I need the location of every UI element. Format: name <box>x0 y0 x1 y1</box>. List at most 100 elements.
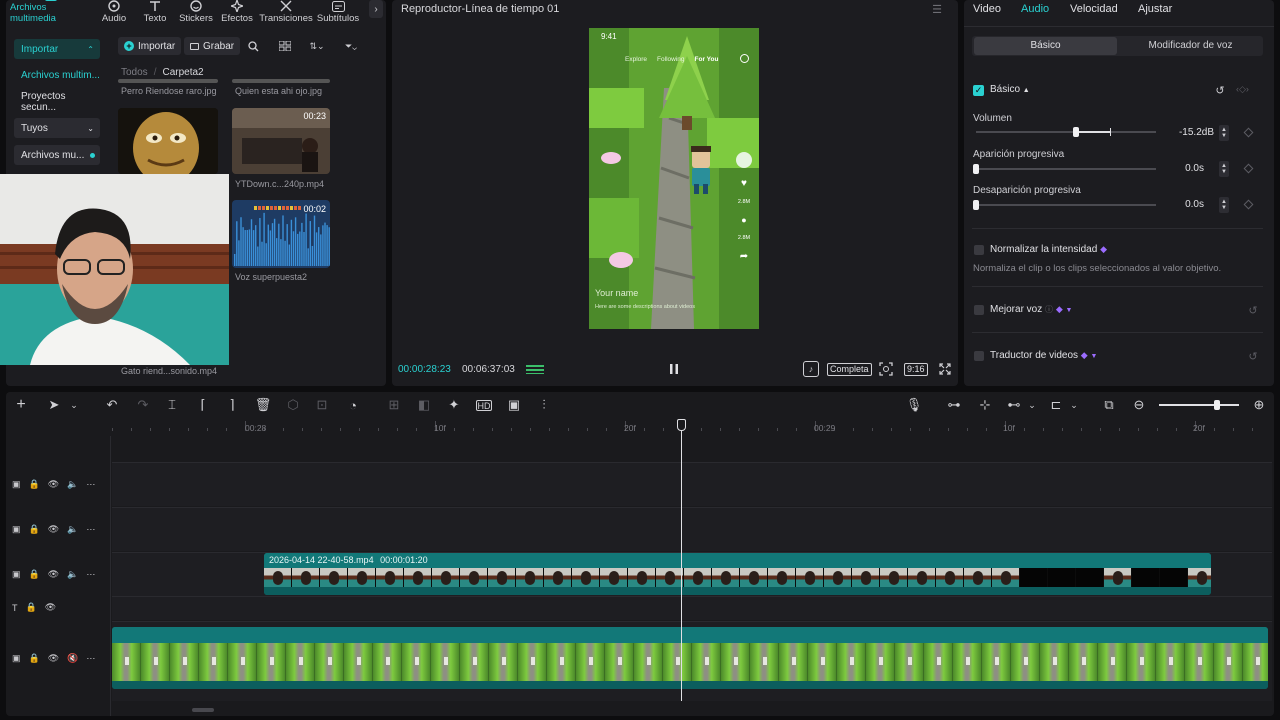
audio-wave-icon[interactable]: ⫶ <box>536 397 552 413</box>
shield-icon[interactable]: ⬡ <box>285 397 301 413</box>
tiktok-preview-icon[interactable]: ♪ <box>803 361 819 377</box>
playhead-handle[interactable] <box>677 419 686 431</box>
zoom-out-icon[interactable]: ⊖ <box>1131 397 1147 413</box>
hd-icon[interactable]: HD <box>476 400 492 411</box>
lock-icon[interactable]: 🔒 <box>29 569 40 580</box>
media-thumb-eye[interactable] <box>232 79 330 83</box>
record-button[interactable]: Grabar <box>184 37 241 55</box>
media-thumb-face[interactable] <box>118 108 218 174</box>
quality-button[interactable]: Completa <box>827 363 872 376</box>
eye-icon[interactable]: 👁 <box>48 569 59 580</box>
tab-adjust[interactable]: Ajustar <box>1138 3 1172 15</box>
fade-out-value[interactable]: 0.0s <box>1160 196 1204 214</box>
trim-left-icon[interactable]: ⌈ <box>195 397 211 413</box>
volume-value[interactable]: -15.2dB <box>1170 124 1214 142</box>
filter-icon[interactable]: ⏷⌄ <box>339 39 363 53</box>
more-icon[interactable]: ⋯ <box>86 569 95 580</box>
volume-stepper[interactable]: ▲ ▼ <box>1219 125 1229 141</box>
split-icon[interactable]: ⌶ <box>164 397 180 413</box>
normalize-checkbox[interactable] <box>974 245 984 255</box>
redo-icon[interactable]: ↷ <box>135 397 151 413</box>
eye-icon[interactable]: 👁 <box>45 602 56 613</box>
add-icon[interactable]: + <box>13 396 29 413</box>
sidebar-item-media[interactable]: Archivos multim... <box>14 65 100 85</box>
speaker-icon[interactable]: 🔈 <box>67 569 78 580</box>
eye-icon[interactable]: 👁 <box>48 479 59 490</box>
tab-effects[interactable]: Efectos <box>220 0 254 24</box>
freeze-icon[interactable]: ⊞ <box>386 397 402 413</box>
sidebar-item-secondary-projects[interactable]: Proyectos secun... <box>14 91 100 113</box>
lock-icon[interactable]: 🔒 <box>29 479 40 490</box>
breadcrumb-root[interactable]: Todos <box>121 67 148 78</box>
grid-view-icon[interactable] <box>276 39 294 53</box>
track-toggle-icon[interactable]: ▣ <box>12 653 21 664</box>
magic-icon[interactable]: ✦ <box>446 397 462 413</box>
sidebar-import-button[interactable]: Importar ⌃ <box>14 39 100 59</box>
eye-icon[interactable]: 👁 <box>48 653 59 664</box>
cast-icon[interactable]: ⧉ <box>1101 397 1117 413</box>
tab-audio-props[interactable]: Audio <box>1021 3 1049 15</box>
tab-subtitles[interactable]: Subtítulos <box>315 0 361 24</box>
mute-icon[interactable]: 🔇 <box>67 653 78 664</box>
media-thumb-video[interactable]: 00:23 <box>232 108 330 174</box>
more-icon[interactable]: ⋯ <box>86 479 95 490</box>
tab-text[interactable]: Texto <box>140 0 170 24</box>
undo-icon[interactable]: ↶ <box>104 397 120 413</box>
select-cursor-icon[interactable]: ➤ <box>46 397 62 413</box>
tabs-scroll-right-button[interactable]: › <box>369 0 383 18</box>
preview-axis-icon[interactable]: ⊏ <box>1048 397 1064 413</box>
sidebar-item-yours[interactable]: Tuyos ⌄ <box>14 118 100 138</box>
fade-in-value[interactable]: 0.0s <box>1160 160 1204 178</box>
sort-icon[interactable]: ⇅⌄ <box>305 39 329 53</box>
fade-in-slider-knob[interactable] <box>973 164 979 174</box>
microphone-icon[interactable]: 🎙 <box>906 397 923 413</box>
media-thumb-audio[interactable]: 00:02 <box>232 200 330 268</box>
basic-checkbox[interactable]: ✓ <box>973 85 984 96</box>
delete-icon[interactable]: 🗑 <box>255 397 272 413</box>
chain-icon[interactable]: ⊷ <box>1006 397 1022 413</box>
trim-right-icon[interactable]: ⌉ <box>224 397 240 413</box>
fit-screen-icon[interactable] <box>878 361 894 377</box>
speed-icon[interactable]: ◔ <box>345 397 361 413</box>
timeline-clip-main[interactable] <box>112 627 1268 689</box>
track-toggle-icon[interactable]: ▣ <box>12 569 21 580</box>
fullscreen-icon[interactable] <box>937 361 953 377</box>
lock-icon[interactable]: 🔒 <box>26 602 37 613</box>
pause-button[interactable] <box>666 361 682 377</box>
enhance-voice-checkbox[interactable] <box>974 305 984 315</box>
reset-icon[interactable]: ↺ <box>1246 350 1260 363</box>
crop-icon[interactable]: ⊡ <box>314 397 330 413</box>
volume-slider-knob[interactable] <box>1072 127 1079 137</box>
track-toggle-icon[interactable]: ▣ <box>12 524 21 535</box>
reset-icon[interactable]: ↺ <box>1213 84 1227 97</box>
chevron-down-icon[interactable]: ⌄ <box>66 397 82 413</box>
tab-speed[interactable]: Velocidad <box>1070 3 1118 15</box>
timeline-clip-webcam[interactable]: 2026-04-14 22-40-58.mp4 00:00:01:20 <box>264 553 1211 595</box>
zoom-slider-track[interactable] <box>1159 404 1239 406</box>
zoom-slider-knob[interactable] <box>1214 400 1220 410</box>
subtab-basic[interactable]: Básico <box>974 37 1117 55</box>
fade-in-stepper[interactable]: ▲ ▼ <box>1219 161 1229 177</box>
fade-out-slider-knob[interactable] <box>973 200 979 210</box>
chevron-down-icon[interactable]: ⌄ <box>1024 397 1040 413</box>
zoom-in-icon[interactable]: ⊕ <box>1251 397 1267 413</box>
ruler[interactable] <box>112 418 1272 436</box>
lock-icon[interactable]: 🔒 <box>29 653 40 664</box>
tab-audio[interactable]: Audio <box>99 0 129 24</box>
video-translator-checkbox[interactable] <box>974 351 984 361</box>
more-icon[interactable]: ⋯ <box>86 524 95 535</box>
chevron-down-icon[interactable]: ⌄ <box>1066 397 1082 413</box>
sidebar-item-media-files[interactable]: Archivos mu... <box>14 145 100 165</box>
video-preview[interactable]: 9:41 Explore Following For You ♥ 2.8M ● … <box>589 28 759 329</box>
media-replace-icon[interactable]: ▣ <box>506 397 522 413</box>
lock-icon[interactable]: 🔒 <box>29 524 40 535</box>
media-thumb-dog[interactable] <box>118 79 218 83</box>
menu-icon[interactable]: ☰ <box>930 3 944 16</box>
mirror-icon[interactable]: ◧ <box>416 397 432 413</box>
speaker-icon[interactable]: 🔈 <box>67 524 78 535</box>
text-track-icon[interactable]: T <box>12 603 18 613</box>
tab-transitions[interactable]: Transiciones <box>259 0 313 24</box>
fade-out-stepper[interactable]: ▲ ▼ <box>1219 197 1229 213</box>
import-button[interactable]: + Importar <box>118 37 182 55</box>
timeline-scrollbar[interactable] <box>192 708 214 712</box>
